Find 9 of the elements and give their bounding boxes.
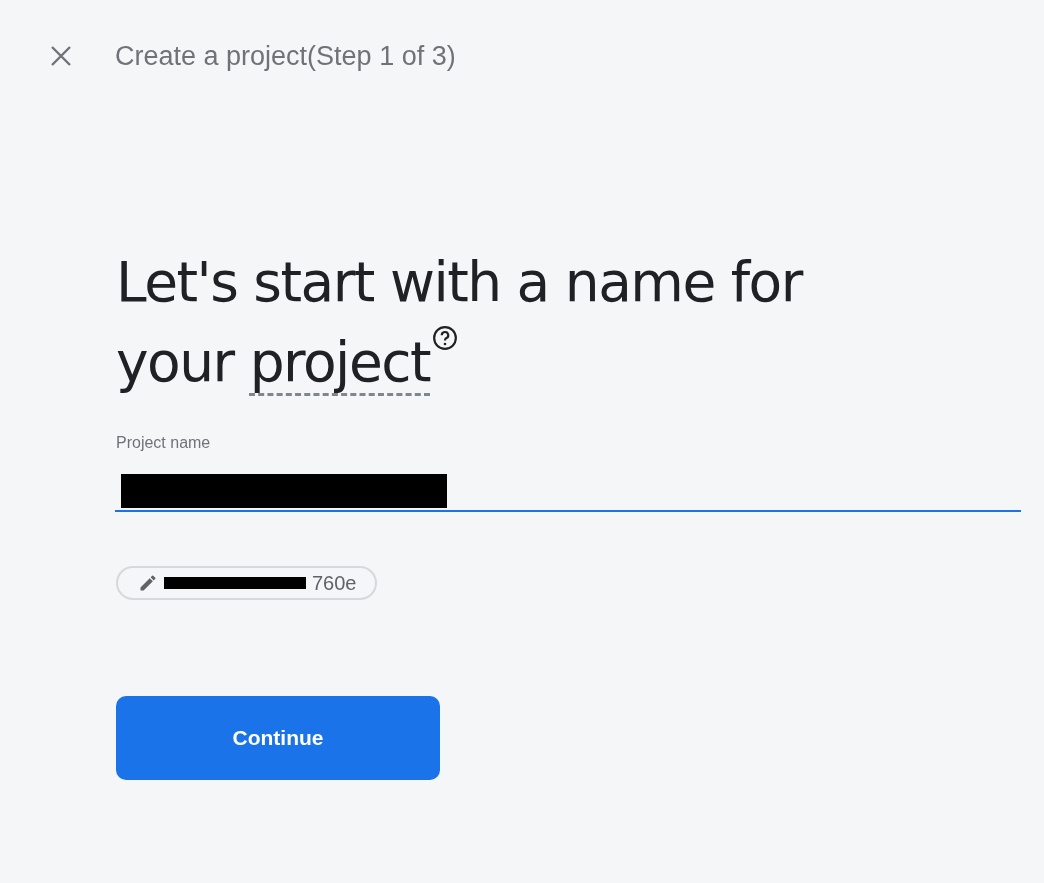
project-id-suffix: 760e	[312, 571, 357, 595]
project-id-chip[interactable]: 760e	[116, 566, 377, 600]
page-title: Create a project(Step 1 of 3)	[115, 40, 456, 72]
heading: Let's start with a name for your project	[116, 249, 804, 396]
close-icon	[50, 45, 72, 67]
field-label: Project name	[116, 434, 211, 452]
help-icon[interactable]	[432, 325, 459, 351]
pencil-icon	[138, 573, 158, 593]
continue-button[interactable]: Continue	[116, 696, 440, 780]
